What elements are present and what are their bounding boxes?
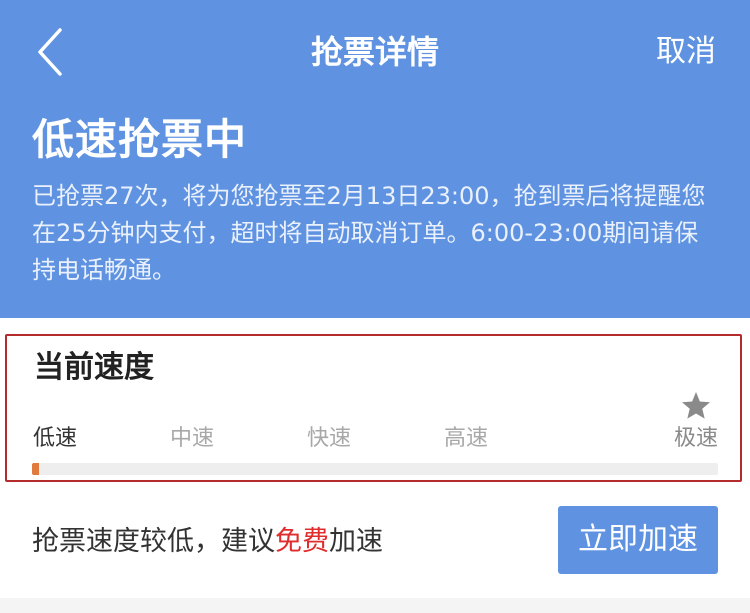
speed-progress-track <box>32 463 718 475</box>
header: 抢票详情 取消 低速抢票中 已抢票27次，将为您抢票至2月13日23:00，抢到… <box>0 0 750 318</box>
suggestion-text: 抢票速度较低，建议免费加速 <box>32 522 383 562</box>
boost-now-button[interactable]: 立即加速 <box>558 506 718 574</box>
suggestion-suffix: 加速 <box>329 526 383 557</box>
speed-card: 当前速度 低速 中速 快速 高速 极速 <box>0 318 750 488</box>
speed-level-low: 低速 <box>33 426 78 451</box>
status-description: 已抢票27次，将为您抢票至2月13日23:00，抢到票后将提醒您在25分钟内支付… <box>32 182 706 284</box>
suggestion-prefix: 抢票速度较低，建议 <box>32 526 275 557</box>
status-title: 低速抢票中 <box>32 115 248 164</box>
suggestion-row: 抢票速度较低，建议免费加速 立即加速 <box>0 488 750 598</box>
speed-heading: 当前速度 <box>34 350 154 385</box>
star-icon <box>680 390 712 422</box>
speed-level-max: 极速 <box>673 426 718 451</box>
suggestion-free-highlight: 免费 <box>275 526 329 557</box>
page-title: 抢票详情 <box>310 33 439 71</box>
bottom-divider <box>0 598 750 613</box>
speed-progress-fill <box>32 463 39 475</box>
cancel-button[interactable]: 取消 <box>656 30 716 74</box>
speed-level-medium: 中速 <box>170 426 215 451</box>
speed-level-fast: 快速 <box>307 426 352 451</box>
speed-level-high: 高速 <box>444 426 489 451</box>
